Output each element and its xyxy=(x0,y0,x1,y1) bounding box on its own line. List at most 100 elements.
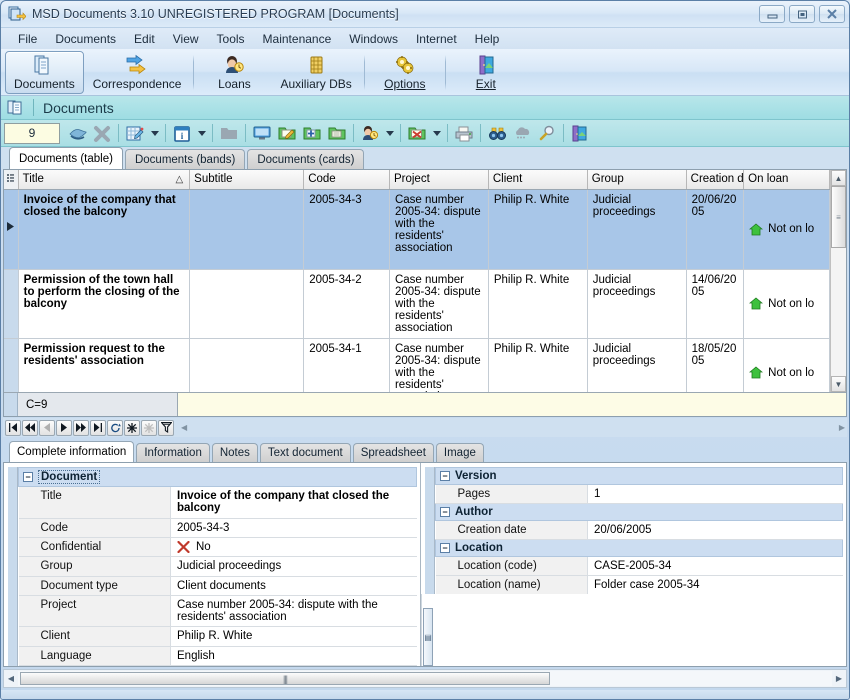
next-record-button[interactable] xyxy=(56,419,72,436)
group-header-version[interactable]: − Version xyxy=(435,467,843,485)
collapse-icon[interactable]: − xyxy=(440,471,450,481)
menu-file[interactable]: File xyxy=(9,30,46,48)
hscroll-thumb[interactable]: ||| xyxy=(20,672,550,685)
clear-record-button[interactable] xyxy=(141,419,157,436)
hscroll-right-arrow[interactable]: ▶ xyxy=(832,670,846,687)
magnifier-icon[interactable] xyxy=(535,122,559,145)
menu-tools[interactable]: Tools xyxy=(208,30,254,48)
tab-documents-table[interactable]: Documents (table) xyxy=(9,147,123,169)
minimize-button[interactable] xyxy=(759,5,785,23)
column-header-title[interactable]: Title △ xyxy=(18,170,191,190)
new-record-button[interactable] xyxy=(124,419,140,436)
column-header-code[interactable]: Code xyxy=(303,170,390,190)
hscroll-track[interactable]: ||| xyxy=(18,671,832,686)
tab-spreadsheet[interactable]: Spreadsheet xyxy=(352,443,434,462)
edit-note-icon[interactable] xyxy=(275,122,299,145)
tab-image[interactable]: Image xyxy=(435,443,484,462)
menu-edit[interactable]: Edit xyxy=(125,30,164,48)
group-header-document[interactable]: − Document xyxy=(18,466,417,488)
filter-expression-field[interactable]: C=9 xyxy=(18,393,178,416)
info-dropdown[interactable] xyxy=(195,122,208,145)
prior-page-button[interactable] xyxy=(22,419,38,436)
scroll-up-button[interactable]: ▲ xyxy=(831,170,846,186)
toolbar-button-documents[interactable]: Documents xyxy=(5,51,84,94)
table-row[interactable]: Invoice of the company that closed the b… xyxy=(4,189,830,270)
edit-form-dropdown[interactable] xyxy=(148,122,161,145)
folder-grey-icon[interactable] xyxy=(217,122,241,145)
last-record-button[interactable] xyxy=(90,419,106,436)
column-header-subtitle[interactable]: Subtitle xyxy=(189,170,305,190)
hscroll-left-arrow[interactable]: ◀ xyxy=(4,670,18,687)
label-code: Code xyxy=(18,517,171,539)
folder-add-icon[interactable] xyxy=(300,122,324,145)
loan-dropdown[interactable] xyxy=(383,122,396,145)
maximize-button[interactable] xyxy=(789,5,815,23)
menu-windows[interactable]: Windows xyxy=(340,30,407,48)
delete-x-icon[interactable] xyxy=(90,122,114,145)
close-button[interactable] xyxy=(819,5,845,23)
exit-door-icon[interactable] xyxy=(568,122,592,145)
tab-text-document[interactable]: Text document xyxy=(259,443,351,462)
detail-scroll-thumb[interactable]: ▤ xyxy=(423,608,433,666)
edit-form-icon[interactable] xyxy=(123,122,147,145)
column-header-client[interactable]: Client xyxy=(488,170,588,190)
collapse-icon[interactable]: − xyxy=(440,507,450,517)
menu-internet[interactable]: Internet xyxy=(407,30,466,48)
title-bar: MSD Documents 3.10 UNREGISTERED PROGRAM … xyxy=(1,1,849,28)
toolbar-button-auxiliary-dbs[interactable]: Auxiliary DBs xyxy=(271,51,360,94)
group-header-author[interactable]: − Author xyxy=(435,503,843,521)
hscroll-right-arrow[interactable]: ▶ xyxy=(839,423,845,432)
record-count-field[interactable]: 9 xyxy=(4,122,60,144)
filter-button[interactable] xyxy=(158,419,174,436)
tab-documents-bands[interactable]: Documents (bands) xyxy=(124,149,246,169)
grid-horizontal-scrollbar[interactable]: ◀ ▶ xyxy=(179,423,847,432)
tab-documents-cards[interactable]: Documents (cards) xyxy=(247,149,365,169)
scroll-down-button[interactable]: ▼ xyxy=(831,376,846,392)
tab-information[interactable]: Information xyxy=(136,443,210,462)
tab-complete-information[interactable]: Complete information xyxy=(9,441,135,462)
cancel-loan-icon[interactable] xyxy=(405,122,429,145)
screen-icon[interactable] xyxy=(250,122,274,145)
scroll-track[interactable]: ≡ xyxy=(831,186,846,376)
binoculars-icon[interactable] xyxy=(485,122,509,145)
table-row[interactable]: Permission request to the residents' ass… xyxy=(4,338,830,392)
cancel-loan-dropdown[interactable] xyxy=(430,122,443,145)
collapse-icon[interactable]: − xyxy=(440,543,450,553)
detail-vertical-scrollbar[interactable]: ▤ xyxy=(421,594,434,666)
column-header-group[interactable]: Group xyxy=(587,170,687,190)
group-header-location[interactable]: − Location xyxy=(435,539,843,557)
loan-clock-icon[interactable] xyxy=(358,122,382,145)
toolbar-button-loans[interactable]: Loans xyxy=(197,51,271,94)
table-row[interactable]: Permission of the town hall to perform t… xyxy=(4,269,830,339)
toolbar-button-correspondence[interactable]: Correspondence xyxy=(84,51,191,94)
grid-selector-header[interactable] xyxy=(4,170,19,190)
scroll-thumb[interactable]: ≡ xyxy=(831,186,846,248)
toolbar-button-options[interactable]: Options xyxy=(368,51,442,94)
info-icon[interactable]: i xyxy=(170,122,194,145)
refresh-button[interactable] xyxy=(107,419,123,436)
column-header-project[interactable]: Project xyxy=(389,170,489,190)
search-cloud-icon[interactable] xyxy=(510,122,534,145)
window-title: MSD Documents 3.10 UNREGISTERED PROGRAM … xyxy=(32,7,399,21)
green-house-icon xyxy=(749,222,764,236)
next-page-button[interactable] xyxy=(73,419,89,436)
toolbar-button-exit[interactable]: Exit xyxy=(449,51,523,94)
tab-notes[interactable]: Notes xyxy=(211,443,258,462)
print-preview-icon[interactable] xyxy=(65,122,89,145)
filter-row-remainder[interactable] xyxy=(178,393,846,416)
collapse-icon[interactable]: − xyxy=(23,472,33,482)
menu-help[interactable]: Help xyxy=(466,30,509,48)
menu-view[interactable]: View xyxy=(164,30,208,48)
grid-vertical-scrollbar[interactable]: ▲ ≡ ▼ xyxy=(830,170,846,392)
folder-open-icon[interactable] xyxy=(325,122,349,145)
prior-record-button[interactable] xyxy=(39,419,55,436)
hscroll-left-arrow[interactable]: ◀ xyxy=(181,423,187,432)
menu-documents[interactable]: Documents xyxy=(46,30,125,48)
printer-icon[interactable] xyxy=(452,122,476,145)
first-record-button[interactable] xyxy=(5,419,21,436)
toolbar-separator xyxy=(165,124,166,142)
window-horizontal-scrollbar[interactable]: ◀ ||| ▶ xyxy=(3,669,847,688)
menu-maintenance[interactable]: Maintenance xyxy=(254,30,341,48)
column-header-on-loan[interactable]: On loan xyxy=(743,170,830,190)
column-header-creation-date[interactable]: Creation d xyxy=(686,170,745,190)
